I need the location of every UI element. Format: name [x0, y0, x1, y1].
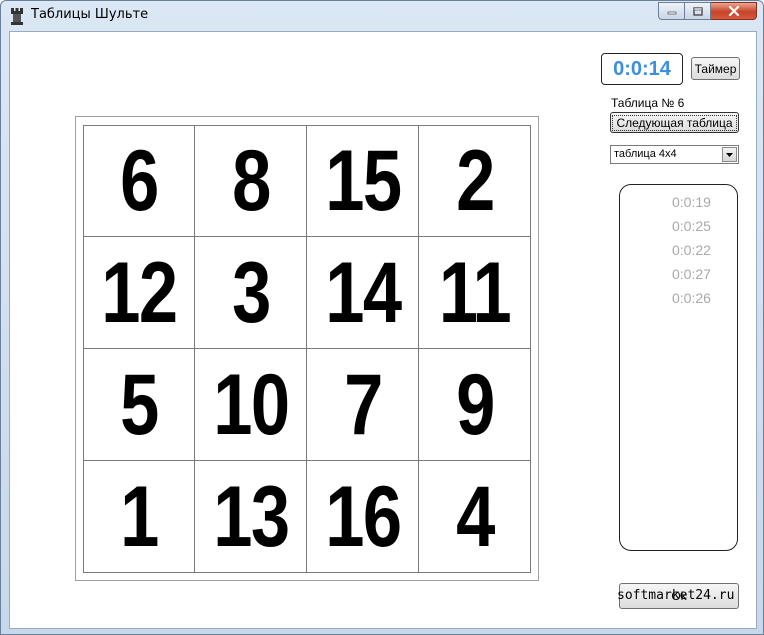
- table-size-select[interactable]: таблица 4x4: [610, 145, 739, 164]
- cell-number: 12: [101, 244, 178, 341]
- next-table-button[interactable]: Следующая таблица: [610, 112, 739, 133]
- table-cell[interactable]: 14: [307, 237, 419, 349]
- table-cell[interactable]: 11: [419, 237, 531, 349]
- table-cell[interactable]: 8: [195, 125, 307, 237]
- caption-buttons: [658, 2, 757, 21]
- cell-number: 16: [324, 468, 402, 565]
- schulte-table-frame: 6 8 15 2 12 3 14 11 5 10 7 9 1 13 16 4: [75, 116, 539, 581]
- title-bar[interactable]: Таблицы Шульте: [1, 1, 763, 30]
- cell-number: 6: [120, 133, 159, 229]
- minimize-icon: [667, 11, 676, 15]
- maximize-button[interactable]: [685, 2, 711, 20]
- result-item: 0:0:27: [672, 266, 711, 282]
- cell-number: 5: [120, 356, 159, 453]
- cell-number: 10: [212, 356, 290, 453]
- table-cell[interactable]: 3: [195, 237, 307, 349]
- next-table-button-label: Следующая таблица: [612, 114, 737, 131]
- table-cell[interactable]: 12: [83, 237, 195, 349]
- window-title: Таблицы Шульте: [31, 7, 149, 22]
- cell-number: 15: [324, 133, 402, 229]
- cell-number: 13: [212, 468, 290, 565]
- ok-button[interactable]: Ok: [619, 583, 739, 609]
- result-item: 0:0:25: [672, 218, 711, 234]
- app-window: Таблицы Шульте 6 8 15 2 12 3 14 11 5 10 7 9 1 13 16 4 0…: [0, 0, 764, 635]
- chevron-down-icon: [726, 152, 733, 157]
- result-item: 0:0:19: [672, 194, 711, 210]
- cell-number: 1: [120, 468, 159, 565]
- table-cell[interactable]: 1: [83, 461, 195, 573]
- cell-number: 2: [455, 133, 495, 229]
- dropdown-arrow-button[interactable]: [722, 147, 737, 162]
- result-item: 0:0:26: [672, 290, 711, 306]
- table-cell[interactable]: 5: [83, 349, 195, 461]
- cell-number: 3: [231, 244, 271, 341]
- timer-display: 0:0:14: [601, 53, 683, 85]
- result-item: 0:0:22: [672, 242, 711, 258]
- table-size-value: таблица 4x4: [614, 148, 677, 160]
- table-cell[interactable]: 7: [307, 349, 419, 461]
- chess-rook-icon: [11, 8, 23, 25]
- table-cell[interactable]: 2: [419, 125, 531, 237]
- close-button[interactable]: [711, 2, 757, 20]
- client-area: 6 8 15 2 12 3 14 11 5 10 7 9 1 13 16 4 0:0:14 Таймер Та…: [9, 31, 757, 629]
- table-number-label: Таблица № 6: [611, 96, 685, 110]
- minimize-button[interactable]: [658, 2, 685, 20]
- maximize-icon: [692, 6, 703, 16]
- cell-number: 8: [231, 133, 271, 229]
- table-cell[interactable]: 15: [307, 125, 419, 237]
- table-cell[interactable]: 10: [195, 349, 307, 461]
- cell-number: 7: [343, 356, 383, 453]
- results-list[interactable]: 0:0:19 0:0:25 0:0:22 0:0:27 0:0:26: [619, 184, 738, 551]
- table-cell[interactable]: 4: [419, 461, 531, 573]
- cell-number: 9: [455, 356, 495, 453]
- cell-number: 14: [324, 244, 402, 341]
- table-cell[interactable]: 13: [195, 461, 307, 573]
- table-cell[interactable]: 6: [83, 125, 195, 237]
- table-cell[interactable]: 16: [307, 461, 419, 573]
- close-icon: [728, 6, 739, 16]
- schulte-table: 6 8 15 2 12 3 14 11 5 10 7 9 1 13 16 4: [83, 125, 531, 573]
- cell-number: 11: [438, 244, 512, 341]
- table-cell[interactable]: 9: [419, 349, 531, 461]
- timer-button[interactable]: Таймер: [691, 57, 740, 80]
- cell-number: 4: [455, 468, 495, 565]
